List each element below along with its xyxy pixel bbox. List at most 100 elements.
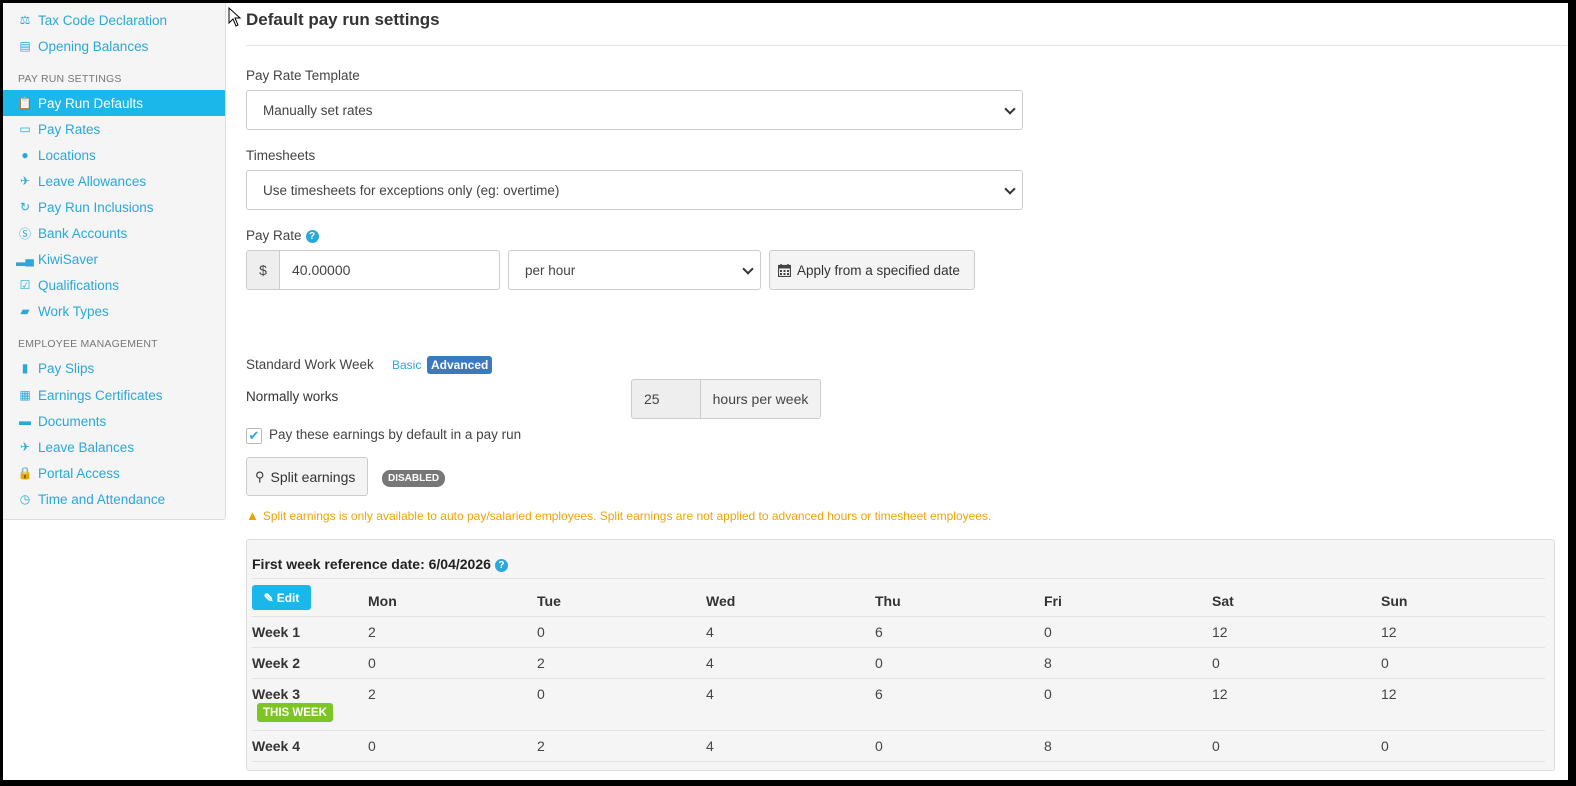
apply-from-date-button[interactable]: Apply from a specified date bbox=[769, 250, 975, 290]
column-header-thu: Thu bbox=[875, 593, 901, 609]
sidebar-item-label: Pay Run Defaults bbox=[38, 95, 144, 111]
split-earnings-warning: ▲ Split earnings is only available to au… bbox=[246, 508, 991, 523]
sidebar-item-label: Tax Code Declaration bbox=[38, 12, 168, 28]
pay-rate-label-row: Pay Rate? bbox=[246, 228, 319, 243]
hours-cell-sun: 12 bbox=[1381, 686, 1397, 702]
pay-rate-template-select[interactable]: Manually set rates bbox=[246, 90, 1023, 130]
sidebar-item-qualifications[interactable]: ☑ Qualifications bbox=[3, 272, 225, 298]
sidebar: ⚖ Tax Code Declaration ▤ Opening Balance… bbox=[3, 3, 226, 520]
hours-cell-tue: 0 bbox=[537, 686, 545, 702]
warning-icon: ▲ bbox=[246, 508, 259, 523]
sidebar-item-locations[interactable]: ● Locations bbox=[3, 142, 225, 168]
hours-per-week-input[interactable]: 25 bbox=[631, 379, 701, 419]
hours-cell-fri: 8 bbox=[1044, 738, 1052, 754]
file-icon: ▮ bbox=[21, 361, 29, 375]
map-marker-icon: ⚲ bbox=[255, 468, 265, 484]
sidebar-item-work-types[interactable]: ▰ Work Types bbox=[3, 298, 225, 324]
checkbox-icon: ☑ bbox=[19, 278, 31, 292]
hours-cell-wed: 4 bbox=[706, 655, 714, 671]
column-header-tue: Tue bbox=[537, 593, 561, 609]
table-divider bbox=[252, 647, 1545, 648]
ledger-icon: ▤ bbox=[19, 39, 31, 53]
table-divider bbox=[252, 616, 1545, 617]
sidebar-item-leave-balances[interactable]: ✈ Leave Balances bbox=[3, 434, 225, 460]
split-earnings-status-badge: DISABLED bbox=[382, 470, 446, 487]
table-divider bbox=[252, 761, 1545, 762]
help-icon[interactable]: ? bbox=[494, 558, 508, 572]
split-earnings-button[interactable]: ⚲ Split earnings bbox=[246, 457, 368, 496]
sidebar-item-label: Work Types bbox=[38, 303, 109, 319]
sidebar-item-label: Qualifications bbox=[38, 277, 120, 293]
folder-icon: ▬ bbox=[19, 414, 31, 428]
sidebar-item-label: Time and Attendance bbox=[38, 491, 166, 507]
column-header-fri: Fri bbox=[1044, 593, 1062, 609]
sidebar-item-leave-allowances[interactable]: ✈ Leave Allowances bbox=[3, 168, 225, 194]
sidebar-item-label: Documents bbox=[38, 413, 107, 429]
sidebar-item-documents[interactable]: ▬ Documents bbox=[3, 408, 225, 434]
money-icon: ▭ bbox=[19, 122, 31, 136]
sidebar-item-pay-slips[interactable]: ▮ Pay Slips bbox=[3, 355, 225, 381]
table-divider bbox=[252, 578, 1545, 579]
hours-cell-fri: 0 bbox=[1044, 686, 1052, 702]
sidebar-item-time-and-attendance[interactable]: ◷ Time and Attendance bbox=[3, 486, 225, 512]
table-divider bbox=[252, 678, 1545, 679]
title-divider bbox=[246, 45, 1567, 46]
refresh-icon: ↻ bbox=[19, 200, 31, 214]
hours-cell-mon: 0 bbox=[368, 655, 376, 671]
sidebar-item-label: Earnings Certificates bbox=[38, 387, 163, 403]
plane-icon: ✈ bbox=[19, 440, 31, 454]
scale-icon: ⚖ bbox=[19, 13, 31, 27]
split-earnings-warning-text: Split earnings is only available to auto… bbox=[262, 508, 992, 523]
week-label: Week 2 bbox=[252, 655, 300, 671]
chevron-down-icon bbox=[1004, 103, 1016, 115]
plane-icon: ✈ bbox=[19, 174, 31, 188]
help-icon[interactable]: ? bbox=[305, 229, 319, 243]
hours-cell-fri: 0 bbox=[1044, 624, 1052, 640]
sidebar-item-pay-run-defaults[interactable]: 📋 Pay Run Defaults bbox=[3, 90, 225, 116]
mouse-cursor-icon bbox=[228, 7, 242, 27]
sidebar-item-label: Pay Slips bbox=[38, 360, 95, 376]
timesheets-select[interactable]: Use timesheets for exceptions only (eg: … bbox=[246, 170, 1023, 210]
hours-per-week-addon: hours per week bbox=[700, 379, 821, 419]
pay-rate-unit-select[interactable]: per hour bbox=[508, 250, 761, 290]
hours-cell-sat: 0 bbox=[1212, 738, 1220, 754]
sidebar-item-opening-balances[interactable]: ▤ Opening Balances bbox=[3, 33, 225, 59]
this-week-badge: THIS WEEK bbox=[257, 703, 333, 722]
edit-weeks-button[interactable]: ✎ Edit bbox=[252, 585, 311, 610]
column-header-sun: Sun bbox=[1381, 593, 1408, 609]
pay-rate-template-label: Pay Rate Template bbox=[246, 68, 360, 83]
hours-cell-wed: 4 bbox=[706, 686, 714, 702]
sidebar-item-pay-rates[interactable]: ▭ Pay Rates bbox=[3, 116, 225, 142]
dollar-circle-icon: Ⓢ bbox=[18, 226, 31, 241]
timesheets-value: Use timesheets for exceptions only (eg: … bbox=[263, 182, 560, 198]
hours-cell-mon: 2 bbox=[368, 624, 376, 640]
pay-rate-input[interactable]: 40.00000 bbox=[279, 250, 500, 290]
pay-rate-template-value: Manually set rates bbox=[263, 102, 373, 118]
hours-cell-mon: 0 bbox=[368, 738, 376, 754]
standard-work-week-label: Standard Work Week bbox=[246, 357, 374, 372]
sidebar-item-bank-accounts[interactable]: Ⓢ Bank Accounts bbox=[3, 220, 225, 246]
sidebar-item-portal-access[interactable]: 🔒 Portal Access bbox=[3, 460, 225, 486]
sidebar-item-label: Pay Rates bbox=[38, 121, 101, 137]
sidebar-item-tax-code-declaration[interactable]: ⚖ Tax Code Declaration bbox=[3, 7, 225, 33]
hours-cell-wed: 4 bbox=[706, 738, 714, 754]
pay-default-checkbox[interactable]: ✔ bbox=[246, 428, 262, 444]
clipboard-icon: 📋 bbox=[17, 96, 33, 110]
calendar-icon bbox=[778, 263, 791, 277]
first-week-reference: First week reference date: 6/04/2026? bbox=[252, 556, 508, 572]
hours-cell-thu: 6 bbox=[875, 686, 883, 702]
hours-cell-mon: 2 bbox=[368, 686, 376, 702]
sidebar-item-label: Portal Access bbox=[38, 465, 120, 481]
sidebar-item-label: Leave Balances bbox=[38, 439, 135, 455]
sidebar-item-pay-run-inclusions[interactable]: ↻ Pay Run Inclusions bbox=[3, 194, 225, 220]
advanced-toggle[interactable]: Advanced bbox=[427, 356, 493, 374]
hours-cell-sun: 12 bbox=[1381, 624, 1397, 640]
sidebar-item-label: KiwiSaver bbox=[38, 251, 99, 267]
pay-rate-label: Pay Rate bbox=[246, 228, 302, 243]
basic-toggle[interactable]: Basic bbox=[392, 358, 421, 372]
calculator-icon: ▦ bbox=[19, 388, 31, 402]
sidebar-item-label: Locations bbox=[38, 147, 96, 163]
page-title: Default pay run settings bbox=[246, 10, 440, 29]
sidebar-item-earnings-certificates[interactable]: ▦ Earnings Certificates bbox=[3, 382, 225, 408]
sidebar-item-kiwisaver[interactable]: ▂▄ KiwiSaver bbox=[3, 246, 225, 272]
